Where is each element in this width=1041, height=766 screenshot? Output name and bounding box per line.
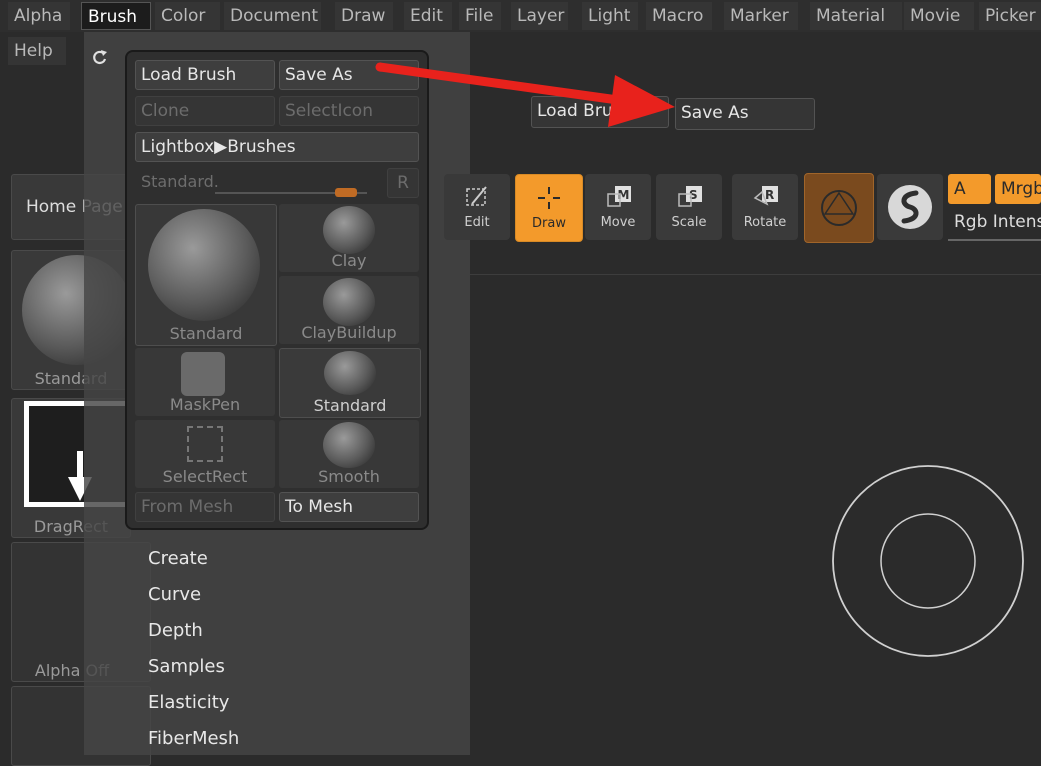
standard-sphere — [148, 209, 260, 321]
from-mesh-button[interactable]: From Mesh — [135, 492, 275, 522]
menu-help[interactable]: Help — [8, 37, 66, 65]
mrgb-button[interactable]: Mrgb — [995, 174, 1041, 204]
menu-macro[interactable]: Macro — [646, 2, 712, 30]
menu-edit[interactable]: Edit — [404, 2, 452, 30]
tile-label-standard: Standard — [169, 324, 243, 343]
maskpen-icon — [181, 352, 225, 396]
brush-tile-selectrect[interactable]: SelectRect — [135, 420, 275, 488]
rotate-icon: R — [753, 186, 778, 206]
smooth-sphere — [323, 422, 375, 468]
claybuildup-sphere — [323, 278, 375, 326]
load-brush-button[interactable]: Load Brush — [135, 60, 275, 90]
menu-layer[interactable]: Layer — [511, 2, 568, 30]
tile-label-clay: Clay — [331, 251, 367, 270]
r-button[interactable]: R — [387, 168, 419, 198]
clone-button[interactable]: Clone — [135, 96, 275, 126]
brush-tile-standard[interactable]: Standard — [135, 204, 277, 346]
submenu-depth[interactable]: Depth — [148, 620, 203, 641]
s-sphere-icon — [888, 185, 932, 229]
menu-movie[interactable]: Movie — [904, 2, 974, 30]
menu-draw[interactable]: Draw — [335, 2, 393, 30]
material-button[interactable] — [804, 173, 874, 243]
scale-label: Scale — [671, 215, 707, 230]
submenu-samples[interactable]: Samples — [148, 656, 225, 677]
tile-label-selectrect: SelectRect — [162, 467, 248, 486]
rgb-intensity-slider[interactable]: Rgb Intens — [948, 208, 1041, 238]
draw-label: Draw — [532, 216, 566, 231]
edit-label: Edit — [464, 215, 490, 230]
scale-tool[interactable]: S Scale — [656, 174, 722, 240]
edit-icon — [466, 186, 487, 206]
menu-picker[interactable]: Picker — [979, 2, 1041, 30]
menu-document[interactable]: Document — [224, 2, 321, 30]
move-icon: M — [607, 186, 631, 207]
submenu-elasticity[interactable]: Elasticity — [148, 692, 229, 713]
menu-file[interactable]: File — [459, 2, 501, 30]
menu-material[interactable]: Material — [810, 2, 902, 30]
scale-icon: S — [678, 186, 702, 207]
move-label: Move — [600, 215, 636, 230]
polyframe-icon — [821, 190, 857, 226]
draw-tool[interactable]: Draw — [515, 174, 583, 242]
menu-alpha[interactable]: Alpha — [8, 2, 70, 30]
menu-brush[interactable]: Brush — [81, 2, 151, 30]
brush-slider[interactable]: Standard. — [135, 168, 385, 198]
a-button[interactable]: A — [948, 174, 991, 204]
red-arrow-annotation — [375, 62, 675, 127]
floating-save-as-button[interactable]: Save As — [675, 98, 815, 130]
clay-sphere — [323, 206, 375, 254]
rotate-label: Rotate — [743, 215, 787, 230]
menu-color[interactable]: Color — [155, 2, 220, 30]
draw-icon — [538, 187, 560, 209]
menu-bar: Alpha Brush Color Document Draw Edit Fil… — [0, 0, 1041, 32]
lightbox-brushes-button[interactable]: Lightbox▶Brushes — [135, 132, 419, 162]
menu-light[interactable]: Light — [582, 2, 638, 30]
svg-text:R: R — [765, 188, 774, 202]
tile-label-standard-2: Standard — [313, 396, 387, 415]
tile-label-claybuildup: ClayBuildup — [301, 323, 397, 342]
tile-label-smooth: Smooth — [318, 467, 380, 486]
edit-tool[interactable]: Edit — [444, 174, 510, 240]
brush-cursor — [832, 465, 1024, 657]
menu-marker[interactable]: Marker — [724, 2, 798, 30]
move-tool[interactable]: M Move — [585, 174, 651, 240]
brush-tile-standard-2[interactable]: Standard — [279, 348, 421, 418]
submenu-curve[interactable]: Curve — [148, 584, 201, 605]
tile-label-maskpen: MaskPen — [169, 395, 241, 414]
submenu-create[interactable]: Create — [148, 548, 208, 569]
submenu-fibermesh[interactable]: FiberMesh — [148, 728, 239, 749]
standard-2-sphere — [324, 351, 376, 395]
brush-tile-claybuildup[interactable]: ClayBuildup — [279, 276, 419, 344]
sphere-button[interactable] — [877, 174, 943, 240]
refresh-icon[interactable] — [91, 48, 109, 66]
brush-slider-label: Standard. — [141, 172, 219, 191]
selectrect-icon — [187, 426, 223, 462]
brush-tile-maskpen[interactable]: MaskPen — [135, 348, 275, 416]
brush-tile-clay[interactable]: Clay — [279, 204, 419, 272]
canvas-divider — [470, 274, 1041, 275]
slider-handle[interactable] — [335, 188, 357, 197]
to-mesh-button[interactable]: To Mesh — [279, 492, 419, 522]
brush-tile-smooth[interactable]: Smooth — [279, 420, 419, 488]
rgb-intensity-track — [948, 239, 1041, 241]
rotate-tool[interactable]: R Rotate — [732, 174, 798, 240]
